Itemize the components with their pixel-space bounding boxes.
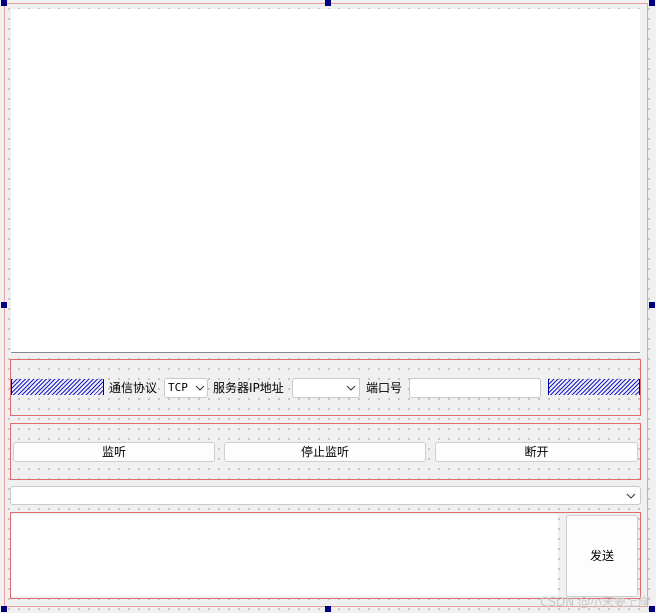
- chevron-down-icon: [345, 382, 357, 394]
- port-label: 端口号: [366, 381, 403, 395]
- chevron-down-icon: [625, 490, 637, 502]
- watermark: CSDN @小宋要上岸: [539, 595, 650, 609]
- resize-handle-bottom-left[interactable]: [1, 606, 7, 612]
- client-combobox[interactable]: [10, 486, 641, 505]
- protocol-combobox[interactable]: TCP: [164, 378, 208, 398]
- left-horizontal-spacer: [11, 379, 104, 395]
- server-ip-label: 服务器IP地址: [213, 381, 284, 395]
- send-text-area[interactable]: [11, 514, 558, 596]
- port-input[interactable]: [409, 378, 541, 398]
- send-button[interactable]: 发送: [566, 515, 638, 597]
- disconnect-button[interactable]: 断开: [435, 442, 638, 462]
- resize-handle-bottom[interactable]: [325, 606, 331, 612]
- listen-button[interactable]: 监听: [13, 442, 215, 462]
- right-horizontal-spacer: [548, 379, 640, 395]
- resize-handle-left[interactable]: [1, 302, 7, 308]
- resize-handle-top[interactable]: [325, 0, 331, 6]
- resize-handle-top-left[interactable]: [1, 0, 7, 6]
- resize-handle-right[interactable]: [649, 302, 655, 308]
- resize-handle-top-right[interactable]: [649, 0, 655, 6]
- receive-text-area[interactable]: [11, 9, 640, 353]
- protocol-label: 通信协议: [109, 381, 158, 395]
- server-ip-combobox[interactable]: [292, 378, 360, 398]
- chevron-down-icon: [194, 382, 206, 394]
- protocol-value: TCP: [168, 381, 188, 394]
- stop-listen-button[interactable]: 停止监听: [224, 442, 426, 462]
